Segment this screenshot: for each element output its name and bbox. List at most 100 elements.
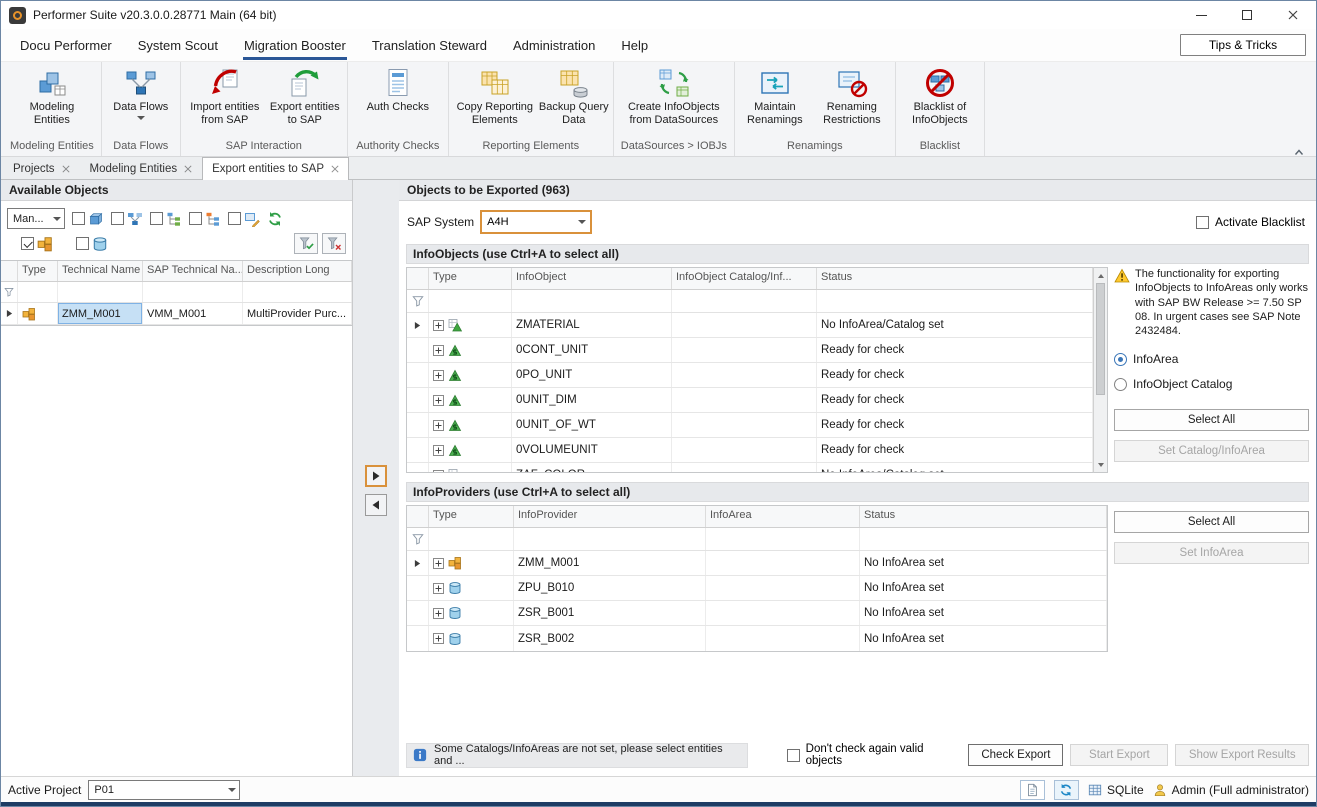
expand-icon[interactable] [433, 420, 444, 431]
ribbon-collapse-button[interactable] [1294, 143, 1304, 151]
menu-administration[interactable]: Administration [500, 30, 608, 61]
infoarea-radio-option[interactable]: InfoArea [1114, 352, 1309, 366]
blacklist-infoobjects-button[interactable]: Blacklist of InfoObjects [899, 64, 981, 127]
set-infoarea-button[interactable]: Set InfoArea [1114, 542, 1309, 564]
activate-blacklist-toggle[interactable]: Activate Blacklist [1196, 215, 1305, 229]
table-row[interactable]: 0VOLUMEUNIT Ready for check [407, 438, 1093, 463]
start-export-button[interactable]: Start Export [1070, 744, 1168, 766]
menu-translation-steward[interactable]: Translation Steward [359, 30, 500, 61]
filter-tree2-toggle[interactable] [189, 211, 221, 227]
show-export-results-button[interactable]: Show Export Results [1175, 744, 1309, 766]
datastore-checkbox[interactable] [76, 237, 89, 250]
filter-tree-toggle[interactable] [150, 211, 182, 227]
close-button[interactable] [1270, 1, 1316, 29]
infoprovider-infoarea[interactable] [706, 576, 860, 600]
activate-blacklist-checkbox[interactable] [1196, 216, 1209, 229]
menu-migration-booster[interactable]: Migration Booster [231, 30, 359, 61]
infoobject-catalog-radio[interactable] [1114, 378, 1127, 391]
tips-tricks-button[interactable]: Tips & Tricks [1180, 34, 1306, 56]
menu-docu-performer[interactable]: Docu Performer [7, 30, 125, 61]
tab-projects[interactable]: Projects [3, 157, 80, 179]
infoobject-name[interactable]: 0VOLUMEUNIT [512, 438, 672, 462]
filter-row[interactable] [407, 528, 1107, 551]
sync-button[interactable] [1054, 780, 1079, 800]
filter-cell[interactable] [672, 290, 817, 312]
tab-close-icon[interactable] [184, 165, 192, 173]
infoobject-name[interactable]: 0UNIT_DIM [512, 388, 672, 412]
table-row[interactable]: ZMM_M001 VMM_M001 MultiProvider Purc... [1, 303, 352, 325]
header-status[interactable]: Status [817, 268, 1093, 289]
header-catalog[interactable]: InfoObject Catalog/Inf... [672, 268, 817, 289]
header-infoprovider[interactable]: InfoProvider [514, 506, 706, 527]
header-technical-name[interactable]: Technical Name [58, 261, 143, 281]
data-flows-button[interactable]: Data Flows [105, 64, 177, 120]
infoobject-name[interactable]: 0PO_UNIT [512, 363, 672, 387]
tab-close-icon[interactable] [62, 165, 70, 173]
infoobject-name[interactable]: ZMATERIAL [512, 313, 672, 337]
table-row[interactable]: ZAF_COLOR No InfoArea/Catalog set [407, 463, 1093, 473]
filter-edit-toggle[interactable] [228, 211, 260, 227]
table-row[interactable]: 0UNIT_DIM Ready for check [407, 388, 1093, 413]
scroll-down-button[interactable] [1094, 457, 1107, 472]
dont-check-checkbox[interactable] [787, 749, 800, 762]
filter-desc-cell[interactable] [243, 282, 352, 302]
expand-icon[interactable] [433, 395, 444, 406]
infoobject-catalog[interactable] [672, 313, 817, 337]
filter-multiprovider-toggle[interactable] [21, 236, 53, 252]
user-indicator[interactable]: Admin (Full administrator) [1153, 783, 1309, 797]
multiprovider-checkbox[interactable] [21, 237, 34, 250]
sap-technical-name-cell[interactable]: VMM_M001 [143, 303, 243, 324]
filter-sap-cell[interactable] [143, 282, 243, 302]
filter-cell[interactable] [429, 290, 512, 312]
check-export-button[interactable]: Check Export [968, 744, 1063, 766]
auth-checks-button[interactable]: Auth Checks [351, 64, 445, 114]
filter-clear-button[interactable] [322, 233, 346, 254]
infoobject-name[interactable]: 0CONT_UNIT [512, 338, 672, 362]
tab-close-icon[interactable] [331, 165, 339, 173]
sap-system-dropdown[interactable]: A4H [480, 210, 592, 234]
filter-cell[interactable] [429, 528, 514, 550]
filter-cell[interactable] [860, 528, 1107, 550]
infoobject-catalog[interactable] [672, 338, 817, 362]
backup-query-button[interactable]: Backup Query Data [538, 64, 610, 127]
expand-icon[interactable] [433, 633, 444, 644]
header-type[interactable]: Type [429, 268, 512, 289]
filter-row[interactable] [1, 282, 352, 303]
infoobject-catalog[interactable] [672, 413, 817, 437]
infoobject-catalog[interactable] [672, 463, 817, 473]
expand-icon[interactable] [433, 445, 444, 456]
edit-checkbox[interactable] [228, 212, 241, 225]
technical-name-cell[interactable]: ZMM_M001 [58, 303, 143, 324]
filter-cell[interactable] [706, 528, 860, 550]
dont-check-toggle[interactable]: Don't check again valid objects [787, 743, 962, 767]
infoprovider-name[interactable]: ZSR_B001 [514, 601, 706, 625]
infoobject-name[interactable]: 0UNIT_OF_WT [512, 413, 672, 437]
infoobject-catalog[interactable] [672, 388, 817, 412]
create-infoobjects-button[interactable]: Create InfoObjects from DataSources [617, 64, 731, 127]
maintain-renamings-button[interactable]: Maintain Renamings [738, 64, 812, 127]
table-row[interactable]: ZPU_B010 No InfoArea set [407, 576, 1107, 601]
header-type[interactable]: Type [429, 506, 514, 527]
infoobject-catalog-radio-option[interactable]: InfoObject Catalog [1114, 377, 1309, 391]
header-type[interactable]: Type [18, 261, 58, 281]
filter-cell[interactable] [514, 528, 706, 550]
tree-checkbox[interactable] [150, 212, 163, 225]
infoarea-radio[interactable] [1114, 353, 1127, 366]
type-filter-dropdown[interactable]: Man... [7, 208, 65, 229]
infoprovider-infoarea[interactable] [706, 601, 860, 625]
table-row[interactable]: 0PO_UNIT Ready for check [407, 363, 1093, 388]
dataflows-checkbox[interactable] [111, 212, 124, 225]
infoprovider-name[interactable]: ZSR_B002 [514, 626, 706, 651]
infoobject-catalog[interactable] [672, 438, 817, 462]
maximize-button[interactable] [1224, 1, 1270, 29]
tab-modeling-entities[interactable]: Modeling Entities [80, 157, 203, 179]
scrollbar-thumb[interactable] [1096, 283, 1105, 395]
cubes-checkbox[interactable] [72, 212, 85, 225]
table-row[interactable]: ZSR_B002 No InfoArea set [407, 626, 1107, 651]
renaming-restrictions-button[interactable]: Renaming Restrictions [812, 64, 892, 127]
tab-export-entities-to-sap[interactable]: Export entities to SAP [202, 157, 349, 180]
table-row[interactable]: ZMATERIAL No InfoArea/Catalog set [407, 313, 1093, 338]
filter-cell[interactable] [817, 290, 1093, 312]
expand-icon[interactable] [433, 558, 444, 569]
expand-icon[interactable] [433, 583, 444, 594]
